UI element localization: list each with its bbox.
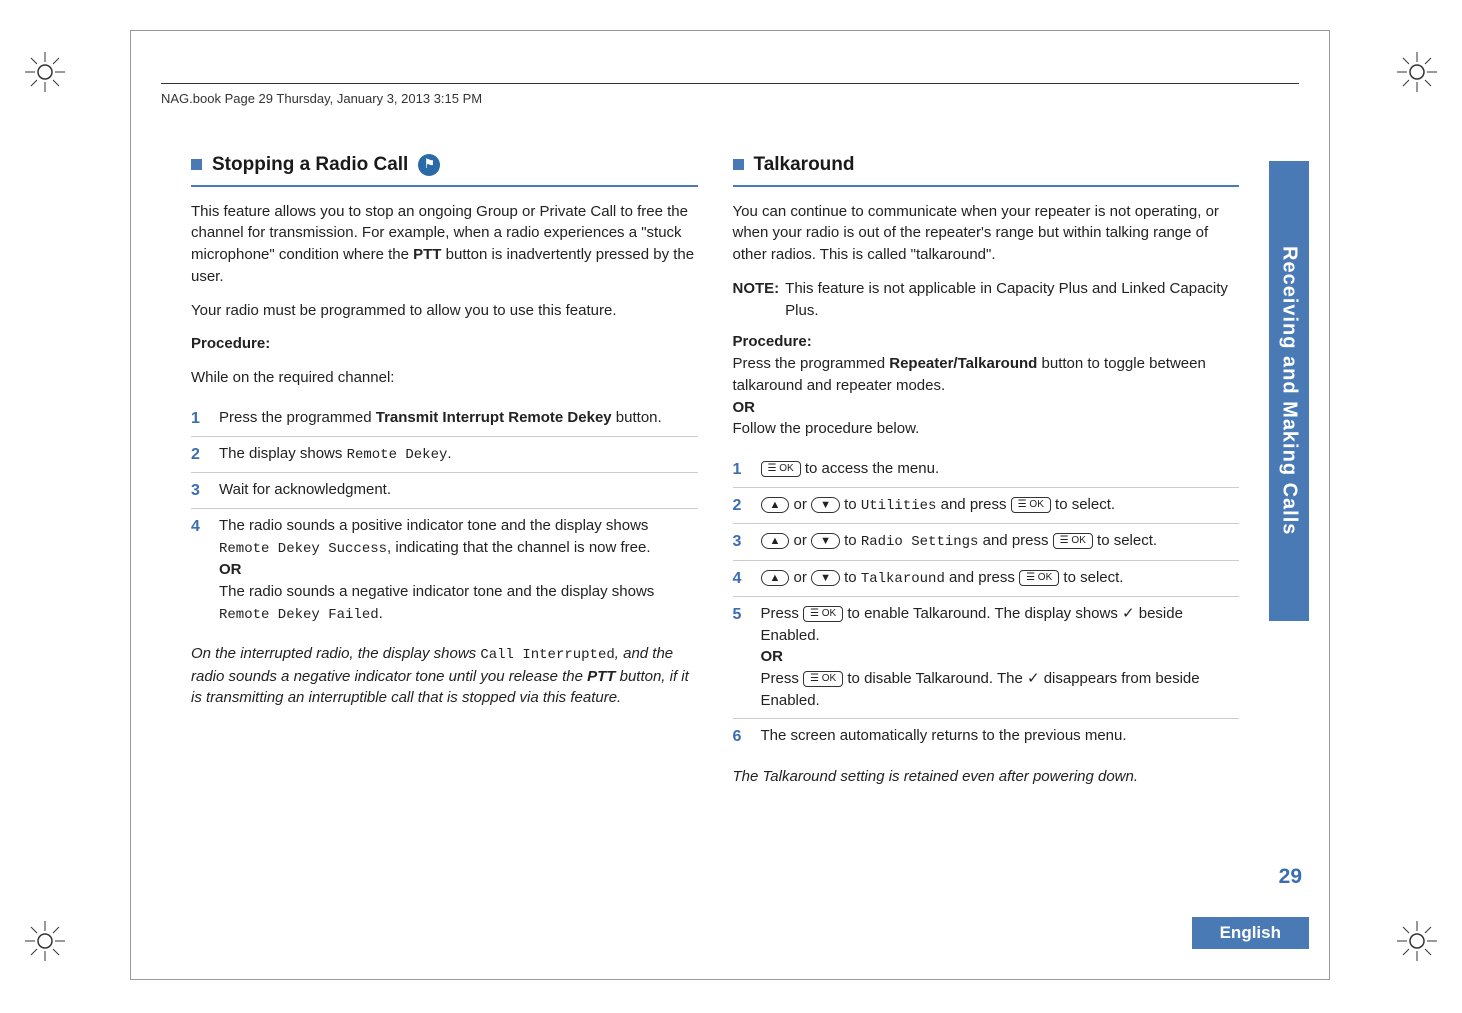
interrupted-radio-note: On the interrupted radio, the display sh… [191,643,698,709]
step-r4: 4 ▲ or ▼ to Talkaround and press ☰ OK to… [733,561,1240,597]
page-frame: NAG.book Page 29 Thursday, January 3, 20… [130,30,1330,980]
ok-key-icon: ☰ OK [803,671,843,687]
step-1: 1 Press the programmed Transmit Interrup… [191,401,698,437]
running-header: NAG.book Page 29 Thursday, January 3, 20… [161,91,482,106]
step-2: 2 The display shows Remote Dekey. [191,437,698,473]
up-key-icon: ▲ [761,497,790,513]
step-r1: 1 ☰ OK to access the menu. [733,452,1240,488]
left-column: Stopping a Radio Call ⚑ This feature all… [191,151,698,799]
step-r6: 6 The screen automatically returns to th… [733,719,1240,754]
heading-text: Stopping a Radio Call [212,151,408,179]
heading-text: Talkaround [754,151,855,179]
crop-mark-icon [25,921,65,961]
page-number: 29 [1279,865,1302,889]
procedure-label: Procedure: [733,331,1240,353]
step-3: 3 Wait for acknowledgment. [191,473,698,509]
feature-flag-icon: ⚑ [418,154,440,176]
step-r5: 5 Press ☰ OK to enable Talkaround. The d… [733,597,1240,719]
content-columns: Stopping a Radio Call ⚑ This feature all… [191,151,1239,799]
step-r2: 2 ▲ or ▼ to Utilities and press ☰ OK to … [733,488,1240,524]
programming-note: Your radio must be programmed to allow y… [191,300,698,322]
crop-mark-icon [1397,52,1437,92]
procedure-context: While on the required channel: [191,367,698,389]
right-column: Talkaround You can continue to communica… [733,151,1240,799]
procedure-list-right: 1 ☰ OK to access the menu. 2 ▲ or ▼ to U… [733,452,1240,754]
ok-key-icon: ☰ OK [803,606,843,622]
header-rule [161,83,1299,84]
ok-key-icon: ☰ OK [1011,497,1051,513]
down-key-icon: ▼ [811,570,840,586]
chapter-side-tab: Receiving and Making Calls [1269,161,1309,621]
section-heading-stopping: Stopping a Radio Call ⚑ [191,151,698,187]
or-divider: OR [733,397,1240,419]
step-4: 4 The radio sounds a positive indicator … [191,509,698,631]
heading-bullet-icon [191,159,202,170]
section-heading-talkaround: Talkaround [733,151,1240,187]
note-block: NOTE: This feature is not applicable in … [733,278,1240,322]
up-key-icon: ▲ [761,533,790,549]
crop-mark-icon [1397,921,1437,961]
heading-bullet-icon [733,159,744,170]
repeater-button-line: Press the programmed Repeater/Talkaround… [733,353,1240,397]
ok-key-icon: ☰ OK [1053,533,1093,549]
follow-procedure: Follow the procedure below. [733,418,1240,440]
ok-key-icon: ☰ OK [761,461,801,477]
intro-paragraph: This feature allows you to stop an ongoi… [191,201,698,288]
talkaround-intro: You can continue to communicate when you… [733,201,1240,266]
down-key-icon: ▼ [811,497,840,513]
procedure-list-left: 1 Press the programmed Transmit Interrup… [191,401,698,631]
down-key-icon: ▼ [811,533,840,549]
retained-note: The Talkaround setting is retained even … [733,766,1240,788]
step-r3: 3 ▲ or ▼ to Radio Settings and press ☰ O… [733,524,1240,560]
ok-key-icon: ☰ OK [1019,570,1059,586]
language-tab: English [1192,917,1309,949]
crop-mark-icon [25,52,65,92]
procedure-label: Procedure: [191,333,698,355]
up-key-icon: ▲ [761,570,790,586]
